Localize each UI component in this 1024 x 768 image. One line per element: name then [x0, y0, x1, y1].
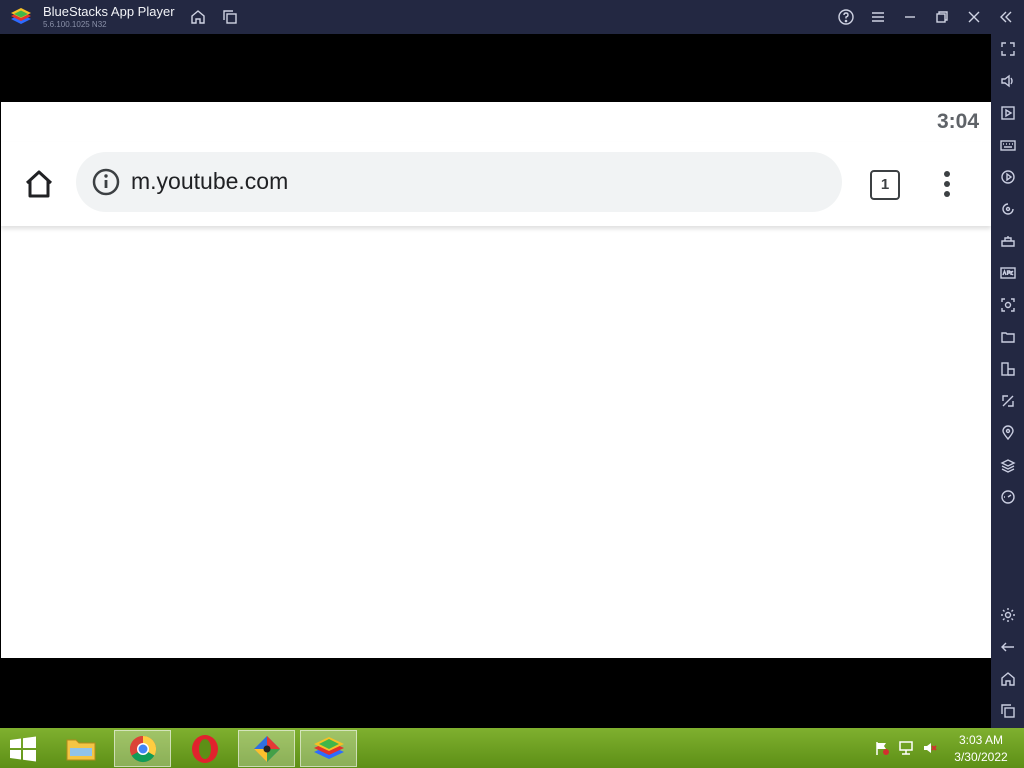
emulator-screen: 3:04 m.youtube.com 1 [1, 34, 991, 728]
eco-mode-icon[interactable] [999, 392, 1017, 410]
help-icon[interactable] [836, 7, 856, 27]
screenshot-icon[interactable] [999, 296, 1017, 314]
browser-home-icon[interactable] [21, 166, 57, 202]
performance-icon[interactable] [999, 488, 1017, 506]
bluestacks-sidebar [991, 34, 1024, 728]
status-time: 3:04 [936, 110, 979, 133]
recent-apps-icon[interactable] [999, 702, 1017, 720]
file-explorer-icon[interactable] [52, 730, 109, 767]
windows-taskbar: 3:03 AM 3/30/2022 [0, 728, 1024, 768]
tray-time[interactable]: 3:03 AM [951, 733, 1011, 747]
folder-icon[interactable] [999, 328, 1017, 346]
bluestacks-logo-icon [10, 7, 32, 27]
multi-instance-icon[interactable] [220, 7, 240, 27]
window-title: BlueStacks App Player [43, 4, 175, 19]
multi-instance-manager-icon[interactable] [999, 360, 1017, 378]
home-icon[interactable] [188, 7, 208, 27]
network-icon[interactable] [898, 740, 914, 756]
action-center-flag-icon[interactable] [874, 740, 890, 756]
chrome-icon[interactable] [114, 730, 171, 767]
app-version: 5.6.100.1025 N32 [43, 20, 107, 29]
restore-icon[interactable] [932, 7, 952, 27]
back-icon[interactable] [999, 638, 1017, 656]
opera-icon[interactable] [176, 730, 233, 767]
more-options-icon[interactable] [937, 166, 957, 202]
media-manager-icon[interactable] [999, 104, 1017, 122]
bluestacks-taskbar-icon[interactable] [300, 730, 357, 767]
fullscreen-icon[interactable] [999, 40, 1017, 58]
site-info-icon[interactable] [92, 168, 120, 196]
url-text: m.youtube.com [131, 168, 289, 194]
volume-muted-icon[interactable] [922, 740, 938, 756]
android-display: 3:04 m.youtube.com 1 [1, 102, 991, 658]
settings-icon[interactable] [999, 606, 1017, 624]
layers-icon[interactable] [999, 456, 1017, 474]
apk-install-icon[interactable] [999, 264, 1017, 282]
windows-start-icon[interactable] [8, 736, 40, 762]
volume-icon[interactable] [999, 72, 1017, 90]
tab-switcher-button[interactable]: 1 [870, 170, 900, 200]
location-icon[interactable] [999, 424, 1017, 442]
tray-date[interactable]: 3/30/2022 [948, 750, 1014, 764]
keyboard-icon[interactable] [999, 136, 1017, 154]
macro-icon[interactable] [999, 168, 1017, 186]
tab-count: 1 [870, 170, 900, 200]
multicolor-app-icon[interactable] [238, 730, 295, 767]
menu-icon[interactable] [868, 7, 888, 27]
android-home-icon[interactable] [999, 670, 1017, 688]
close-icon[interactable] [964, 7, 984, 27]
address-bar[interactable]: m.youtube.com [76, 152, 842, 212]
game-controls-icon[interactable] [999, 232, 1017, 250]
browser-toolbar: m.youtube.com 1 [1, 142, 991, 226]
collapse-sidebar-icon[interactable] [996, 7, 1016, 27]
rotate-icon[interactable] [999, 200, 1017, 218]
title-bar: BlueStacks App Player 5.6.100.1025 N32 [0, 0, 1024, 34]
minimize-icon[interactable] [900, 7, 920, 27]
